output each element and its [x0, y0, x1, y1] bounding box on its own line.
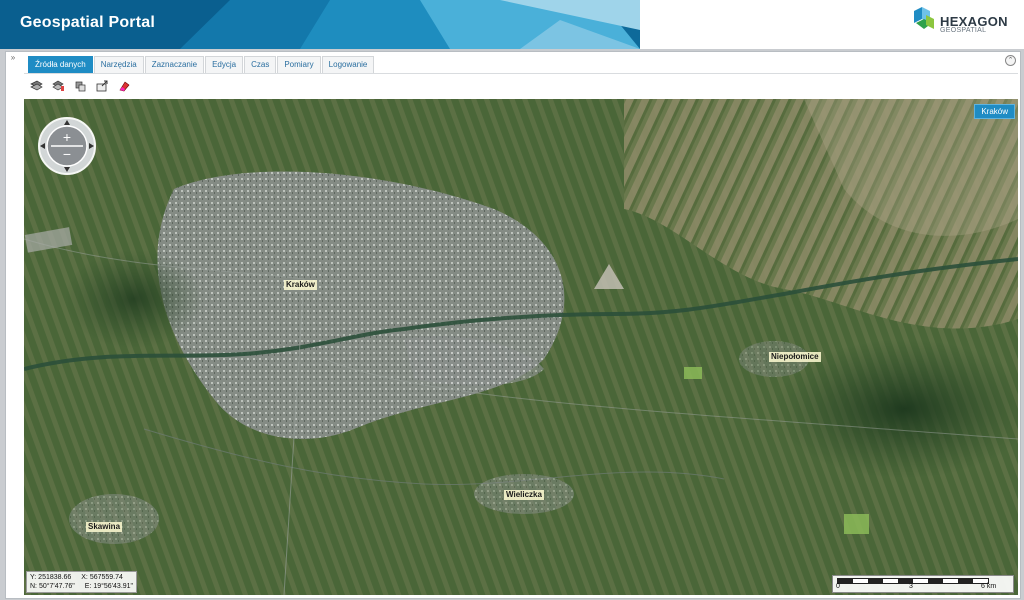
- pan-west-button[interactable]: [37, 139, 47, 153]
- clear-icon[interactable]: [116, 78, 133, 94]
- place-label-wieliczka: Wieliczka: [504, 490, 544, 500]
- map-navigation-control: + −: [37, 117, 99, 177]
- coordinates-readout: Y: 251838.66 X: 567559.74 N: 50°7'47.76"…: [26, 571, 138, 593]
- scale-label-start: 0: [836, 583, 840, 590]
- coord-y: Y: 251838.66: [30, 574, 72, 581]
- hexagon-logo-icon: [914, 7, 934, 29]
- export-icon[interactable]: [94, 78, 111, 94]
- zoom-out-button[interactable]: −: [57, 147, 77, 161]
- app-title: Geospatial Portal: [20, 14, 155, 31]
- scale-bar-graphic: [837, 578, 989, 584]
- tab-login[interactable]: Logowanie: [321, 56, 375, 73]
- tab-time[interactable]: Czas: [244, 56, 277, 73]
- scale-label-end: 6 km: [981, 583, 997, 590]
- place-label-skawina: Skawina: [86, 522, 123, 532]
- toolbar-divider: [24, 73, 1018, 74]
- scale-bar: 0 3 6 km: [832, 575, 1014, 593]
- layers-link-icon[interactable]: [72, 78, 89, 94]
- tab-selection[interactable]: Zaznaczanie: [144, 56, 205, 73]
- zoom-in-button[interactable]: +: [57, 130, 77, 144]
- hexagon-logo: HEXAGON GEOSPATIAL: [912, 7, 1012, 43]
- tab-tools[interactable]: Narzędzia: [93, 56, 144, 73]
- toolbar: [28, 78, 133, 94]
- collapse-left-icon[interactable]: »: [8, 53, 18, 63]
- tab-edit[interactable]: Edycja: [205, 56, 244, 73]
- map-view[interactable]: Kraków Niepołomice Wieliczka Skawina Kra…: [24, 99, 1018, 595]
- layers-edit-icon[interactable]: [50, 78, 67, 94]
- tab-data-sources[interactable]: Źródła danych: [28, 56, 93, 73]
- location-badge[interactable]: Kraków: [974, 104, 1015, 119]
- pan-north-button[interactable]: [59, 117, 75, 127]
- app-header: Geospatial Portal HEXAGON GEOSPATIAL: [0, 0, 1024, 49]
- place-label-krakow: Kraków: [284, 280, 317, 290]
- logo-subtitle: GEOSPATIAL: [940, 27, 987, 34]
- pan-east-button[interactable]: [87, 139, 97, 153]
- coord-x: X: 567559.74: [81, 574, 123, 581]
- collapse-panel-icon[interactable]: ⌃: [1005, 55, 1016, 66]
- ribbon-tabs: Źródła danych Narzędzia Zaznaczanie Edyc…: [28, 56, 375, 73]
- tab-measurements[interactable]: Pomiary: [277, 56, 321, 73]
- satellite-imagery[interactable]: [24, 99, 1018, 595]
- scale-label-mid: 3: [909, 583, 913, 590]
- pan-south-button[interactable]: [59, 167, 75, 177]
- coord-e: E: 19°56'43.91": [84, 583, 134, 590]
- layers-add-icon[interactable]: [28, 78, 45, 94]
- place-label-niepolomice: Niepołomice: [769, 352, 821, 362]
- coord-n: N: 50°7'47.76": [30, 583, 75, 590]
